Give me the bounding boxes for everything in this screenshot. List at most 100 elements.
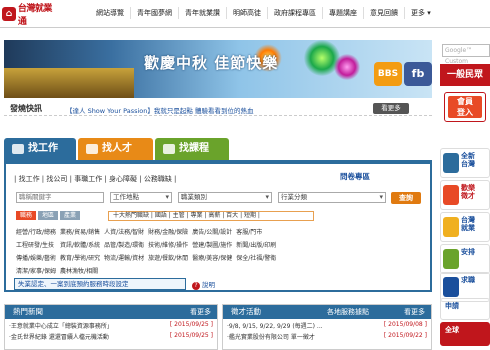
category-link[interactable]: 技術/維修/操作 (148, 240, 188, 249)
ad-text: 台灣 就業 (461, 216, 475, 232)
category-link[interactable]: 醫療/美容/保健 (192, 253, 232, 262)
search-button[interactable]: 查詢 (391, 192, 421, 204)
keyword-input[interactable]: 職稱關鍵字 (16, 192, 104, 203)
recruitment-item-date: [ 2015/09/22 ] (383, 332, 427, 339)
facebook-button[interactable]: fb (404, 62, 432, 86)
recruitment-header: 徵才活動 各地服務據點 看更多 (223, 305, 431, 319)
member-login-box[interactable]: 會員 登入 (444, 92, 486, 122)
member-login-button[interactable]: 會員 登入 (448, 96, 482, 118)
nav-item-lectures[interactable]: 專題講座 (323, 7, 364, 19)
service-locations-link[interactable]: 各地服務據點 (327, 305, 369, 319)
ad-image (443, 277, 459, 297)
hot-news-header: 熱門新聞 看更多 (5, 305, 217, 319)
ad-image (443, 185, 459, 205)
category-link[interactable]: 財務/金融/保險 (148, 227, 188, 236)
recruitment-item-date: [ 2015/09/08 ] (383, 321, 427, 328)
recruitment-item[interactable]: ‧9/8, 9/15, 9/22, 9/29 (每週二) ... [ 2015/… (223, 319, 431, 330)
side-ad[interactable]: 歡樂 徵才 (440, 180, 490, 210)
nav-item-mentor[interactable]: 明師高徒 (227, 7, 268, 19)
category-link[interactable]: 工程研發/生技 (16, 240, 56, 249)
category-link[interactable]: 清潔/家事/保姆 (16, 266, 56, 275)
category-link[interactable]: 品管/製造/環衛 (104, 240, 144, 249)
firework-decoration (334, 54, 360, 80)
tab-label: 找課程 (179, 143, 209, 154)
top-bar: ⌂ 台灣就業通 網站導覽 青年國夢網 青年就業讚 明師高徒 政府課程專區 專題講… (0, 0, 490, 28)
ad-image (443, 217, 459, 237)
recruitment-more-link[interactable]: 看更多 (404, 305, 425, 319)
ad-text: 全球 (445, 326, 459, 334)
nav-item-feedback[interactable]: 意見回饋 (364, 7, 405, 19)
site-logo[interactable]: ⌂ 台灣就業通 (2, 4, 60, 27)
category-link[interactable]: 教育/學術/研究 (60, 253, 100, 262)
general-public-heading[interactable]: 一般民眾 (440, 64, 490, 86)
category-link[interactable]: 資訊/軟體/系統 (60, 240, 100, 249)
job-search-panel: | 找工作 | 找公司 | 事職工作 | 身心障礙 | 公務職缺 | 問卷專區 … (4, 160, 432, 292)
ad-text: 全新 台灣 (461, 152, 475, 168)
work-location-select[interactable]: 工作地點 (110, 192, 172, 203)
industry-select[interactable]: 行業分類 (278, 192, 386, 203)
banner-headline: 歡慶中秋 佳節快樂 (144, 54, 279, 72)
category-link[interactable]: 客服/門市 (236, 227, 276, 236)
recruitment-item-text[interactable]: ‧9/8, 9/15, 9/22, 9/29 (每週二) ... (227, 321, 323, 330)
nav-item-gov-course[interactable]: 政府課程專區 (268, 7, 323, 19)
top-nav: 網站導覽 青年國夢網 青年就業讚 明師高徒 政府課程專區 專題講座 意見回饋 更… (90, 7, 437, 19)
news-item[interactable]: ‧金氏世界紀錄 還還冒續人檔元機活動 [ 2015/09/25 ] (5, 330, 217, 341)
person-icon (86, 144, 98, 154)
category-link[interactable]: 旅遊/餐飲/休閒 (148, 253, 188, 262)
category-link[interactable]: 新聞/出版/印刷 (236, 240, 276, 249)
side-ad[interactable]: 全新 台灣 (440, 148, 490, 178)
bbs-button[interactable]: BBS (374, 62, 402, 86)
book-icon (163, 144, 175, 154)
survey-link[interactable]: 問卷專區 (340, 171, 370, 182)
tab-find-talent[interactable]: 找人才 (78, 138, 153, 160)
category-link[interactable]: 業務/貿易/銷售 (60, 227, 100, 236)
ad-image (443, 153, 459, 173)
job-subnav[interactable]: | 找工作 | 找公司 | 事職工作 | 身心障礙 | 公務職缺 | (14, 174, 176, 184)
category-link[interactable]: 經營/行政/總務 (16, 227, 56, 236)
job-category-grid: 經營/行政/總務 業務/貿易/銷售 人資/法務/智財 財務/金融/保險 廣告/公… (16, 227, 280, 275)
filter-chips: 職務 地區 產業 (16, 211, 81, 220)
recruitment-item[interactable]: ‧艦光實業股份有限公司 單一徵才 [ 2015/09/22 ] (223, 330, 431, 341)
tab-label: 找人才 (102, 143, 132, 154)
briefcase-icon (12, 144, 24, 154)
side-ad[interactable]: 全球 (440, 322, 490, 346)
unemployment-booking-button[interactable]: 失業認定、一案到底預約服務時段設定 (14, 278, 186, 290)
news-item-text[interactable]: ‧金氏世界紀錄 還還冒續人檔元機活動 (9, 332, 109, 341)
nav-item-youth-job[interactable]: 青年就業讚 (179, 7, 227, 19)
category-link[interactable]: 保全/社福/警衛 (236, 253, 276, 262)
news-item-date: [ 2015/09/25 ] (169, 321, 213, 328)
hot-news-ticker: 發燒快訊 【達人 Show Your Passion】我就只是起點 體驗看看到位… (4, 102, 432, 116)
nav-item-youth-dream[interactable]: 青年國夢網 (131, 7, 179, 19)
side-ad[interactable]: 申請 (440, 298, 490, 320)
hero-banner[interactable]: 歡慶中秋 佳節快樂 (4, 40, 432, 98)
tab-find-job[interactable]: 找工作 (4, 138, 76, 160)
category-link[interactable]: 傳播/娛樂/藝術 (16, 253, 56, 262)
nav-item-sitemap[interactable]: 網站導覽 (90, 7, 131, 19)
nav-item-more[interactable]: 更多 ▾ (405, 7, 437, 19)
chip-region[interactable]: 地區 (38, 211, 59, 220)
hot-news-more-button[interactable]: 看更多 (373, 103, 409, 114)
chip-job[interactable]: 職務 (16, 211, 37, 220)
tab-find-course[interactable]: 找課程 (155, 138, 229, 160)
recruitment-item-text[interactable]: ‧艦光實業股份有限公司 單一徵才 (227, 332, 315, 341)
logo-icon: ⌂ (2, 7, 16, 21)
category-link[interactable]: 農林漁牧/相關 (60, 266, 100, 275)
category-link[interactable]: 營建/製圖/施作 (192, 240, 232, 249)
category-link[interactable]: 物流/運輸/資材 (104, 253, 144, 262)
side-ad[interactable]: 台灣 就業 (440, 212, 490, 242)
side-ad[interactable]: 安排 (440, 244, 490, 274)
hot-news-label: 發燒快訊 (10, 104, 42, 113)
ad-image (443, 249, 459, 269)
help-link[interactable]: ? 說明 (192, 279, 215, 290)
news-more-link[interactable]: 看更多 (190, 305, 211, 319)
category-link[interactable]: 人資/法務/智財 (104, 227, 144, 236)
news-item[interactable]: ‧王意就業中心成立「總裝資源事務所」 [ 2015/09/25 ] (5, 319, 217, 330)
hot-news-message[interactable]: 【達人 Show Your Passion】我就只是起點 體驗看看到位的熱血 (66, 105, 253, 115)
job-category-select[interactable]: 職業類別 (178, 192, 272, 203)
chip-industry[interactable]: 產業 (60, 211, 81, 220)
hot-keywords-bar[interactable]: 十大熱門職缺 | 國語 | 主管 | 專業 | 高薪 | 百大 | 短期 | (108, 211, 314, 221)
google-search-input[interactable]: Google™ Custom (442, 44, 490, 65)
news-item-text[interactable]: ‧王意就業中心成立「總裝資源事務所」 (9, 321, 113, 330)
category-link[interactable]: 廣告/公關/設計 (192, 227, 232, 236)
ad-text: 申請 (445, 302, 459, 310)
